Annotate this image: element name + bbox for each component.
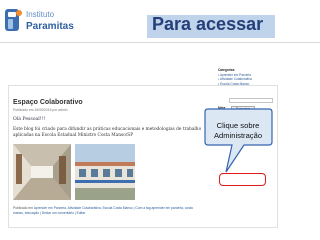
callout-text: Clique sobre Administração bbox=[205, 121, 271, 141]
post-title[interactable]: Espaço Colaborativo bbox=[13, 99, 83, 106]
logo-text-paramitas: Paramitas bbox=[26, 21, 74, 32]
page-title: Para acessar bbox=[152, 14, 264, 34]
administracao-highlight bbox=[219, 173, 266, 186]
callout-line2: Administração bbox=[213, 131, 263, 140]
meta-heading: Meta bbox=[218, 106, 226, 111]
logo-mark-icon bbox=[5, 9, 22, 31]
logo: Instituto Paramitas bbox=[5, 6, 74, 38]
post-body: Este blog foi criado para difundir as pr… bbox=[13, 127, 202, 138]
header-divider bbox=[0, 42, 320, 43]
post-greeting: Olá Pessoal!!! bbox=[13, 117, 46, 122]
logo-text-instituto: Instituto bbox=[26, 10, 55, 19]
post-meta: Publicado em 15/05/2016 por admin bbox=[13, 108, 68, 112]
callout-line1: Clique sobre bbox=[216, 121, 260, 130]
post-footer-prefix: Publicado em bbox=[13, 206, 34, 210]
school-photo bbox=[13, 144, 135, 200]
post-footer-links[interactable]: Aprender em Parceria, Atividade Colabora… bbox=[13, 206, 193, 215]
categories-heading: Categorias bbox=[218, 68, 235, 72]
post-footer: Publicado em Aprender em Parceria, Ativi… bbox=[13, 206, 203, 215]
